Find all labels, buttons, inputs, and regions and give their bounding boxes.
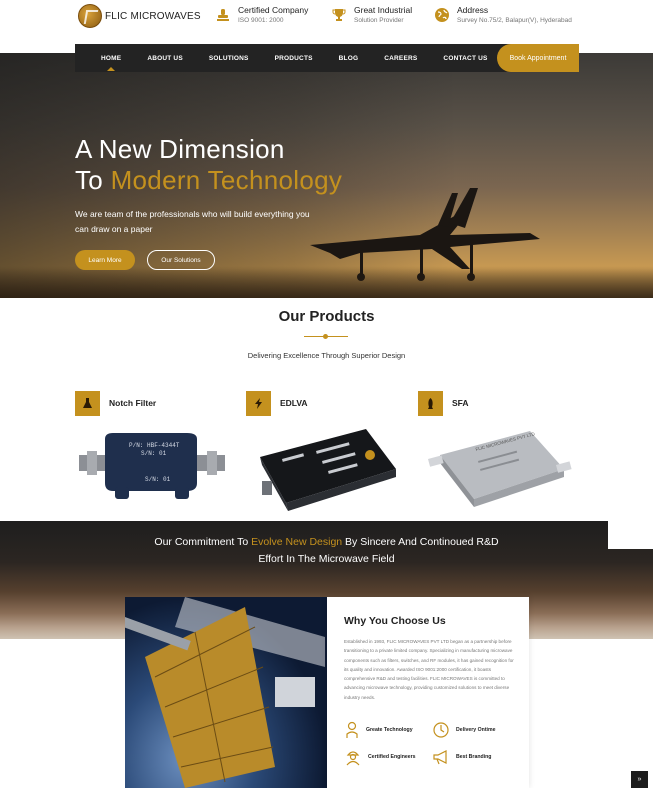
engineer-icon	[346, 751, 360, 766]
commitment-line1: Our Commitment To Evolve New Design By S…	[0, 534, 653, 551]
notch-filter-image: P/N: HBF-4344T S/N: 01 S/N: 01	[79, 433, 225, 499]
info-address: Address Survey No.75/2, Balapur(V), Hyde…	[434, 5, 572, 26]
hero-banner: A New Dimension To Modern Technology We …	[0, 53, 653, 298]
info-subtitle: ISO 9001: 2000	[238, 17, 284, 24]
info-title: Great Industrial	[354, 5, 413, 15]
info-title: Address	[457, 5, 489, 15]
clock-icon	[433, 722, 449, 738]
title-divider-dot	[323, 334, 328, 339]
hero-heading-line2: To Modern Technology	[75, 165, 342, 196]
nav-about-us[interactable]: ABOUT US	[147, 55, 183, 62]
hero-heading-highlight: Modern Technology	[110, 165, 343, 195]
stamp-icon	[217, 9, 229, 21]
rocket-icon	[418, 391, 443, 416]
commitment-suffix: By Sincere And Continoued R&D	[342, 536, 499, 548]
commitment-highlight: Evolve New Design	[251, 536, 343, 548]
notch-filter-serial-bottom: S/N: 01	[145, 476, 171, 483]
info-subtitle: Solution Provider	[354, 17, 404, 24]
brand-name: FLIC MICROWAVES	[105, 10, 201, 22]
product-name: SFA	[452, 398, 469, 408]
hero-heading-prefix: To	[75, 165, 111, 195]
learn-more-button[interactable]: Learn More	[75, 250, 135, 270]
product-name: EDLVA	[280, 398, 308, 408]
globe-icon	[435, 8, 449, 22]
hero-ground	[0, 266, 653, 298]
lightbulb-person-icon	[346, 721, 358, 738]
logo-emblem-icon	[78, 4, 102, 28]
main-nav: HOME ABOUT US SOLUTIONS PRODUCTS BLOG CA…	[75, 44, 579, 72]
notch-filter-part-label: P/N: HBF-4344T	[129, 442, 180, 449]
info-certified: Certified Company ISO 9001: 2000	[215, 5, 308, 26]
feature-certified-engineers: Certified Engineers	[344, 748, 416, 766]
why-choose-us-card: Why You Choose Us Established in 1993, F…	[327, 597, 529, 788]
commitment-text: Our Commitment To Evolve New Design By S…	[0, 534, 653, 568]
info-subtitle: Survey No.75/2, Balapur(V), Hyderabad	[457, 17, 572, 24]
products-subtitle: Delivering Excellence Through Superior D…	[247, 351, 406, 360]
notch-filter-serial-label: S/N: 01	[141, 450, 167, 457]
feature-label: Certified Engineers	[368, 754, 416, 760]
brand-logo[interactable]: FLIC MICROWAVES	[78, 4, 201, 28]
bolt-icon	[246, 391, 271, 416]
feature-label: Greate Technology	[366, 727, 413, 733]
nav-solutions[interactable]: SOLUTIONS	[209, 55, 249, 62]
product-name: Notch Filter	[109, 398, 157, 408]
info-title: Certified Company	[238, 5, 309, 15]
scroll-to-top-button[interactable]: »	[631, 771, 648, 788]
feature-delivery-ontime: Delivery Ontime	[432, 721, 496, 739]
book-appointment-button[interactable]: Book Appointment	[497, 44, 579, 72]
our-solutions-button[interactable]: Our Solutions	[147, 250, 215, 270]
trophy-icon	[332, 9, 346, 21]
sfa-image: FLIC MICROWAVES PVT LTD	[428, 431, 572, 507]
flask-icon	[75, 391, 100, 416]
feature-label: Delivery Ontime	[456, 727, 496, 733]
nav-products[interactable]: PRODUCTS	[275, 55, 313, 62]
hero-heading-line1: A New Dimension	[75, 134, 285, 164]
product-card-edlva[interactable]: EDLVA	[246, 391, 406, 511]
hero-heading: A New Dimension To Modern Technology	[75, 134, 342, 196]
why-body: Established in 1993, FLIC MICROWAVES PVT…	[344, 639, 514, 700]
hero-paragraph: We are team of the professionals who wil…	[75, 209, 310, 234]
commitment-prefix: Our Commitment To	[154, 536, 252, 548]
feature-best-branding: Best Branding	[432, 748, 491, 766]
feature-greate-technology: Greate Technology	[344, 721, 413, 739]
satellite-image	[125, 597, 327, 788]
feature-label: Best Branding	[456, 754, 492, 760]
megaphone-icon	[433, 750, 447, 765]
nav-careers[interactable]: CAREERS	[384, 55, 417, 62]
nav-home[interactable]: HOME	[101, 55, 121, 71]
info-industrial: Great Industrial Solution Provider	[331, 5, 412, 26]
nav-contact-us[interactable]: CONTACT US	[443, 55, 487, 62]
product-card-sfa[interactable]: SFA FLIC MICROWAVES PVT LTD	[418, 391, 578, 511]
product-card-notch-filter[interactable]: Notch Filter P/N: HBF-4344T S/N: 01 S/N:…	[75, 391, 235, 511]
top-info-bar: FLIC MICROWAVES Certified Company ISO 90…	[0, 0, 653, 44]
edlva-image	[260, 429, 396, 511]
commitment-line2: Effort In The Microwave Field	[258, 553, 395, 565]
nav-blog[interactable]: BLOG	[339, 55, 359, 62]
why-title: Why You Choose Us	[344, 615, 446, 627]
products-title: Our Products	[278, 308, 375, 325]
